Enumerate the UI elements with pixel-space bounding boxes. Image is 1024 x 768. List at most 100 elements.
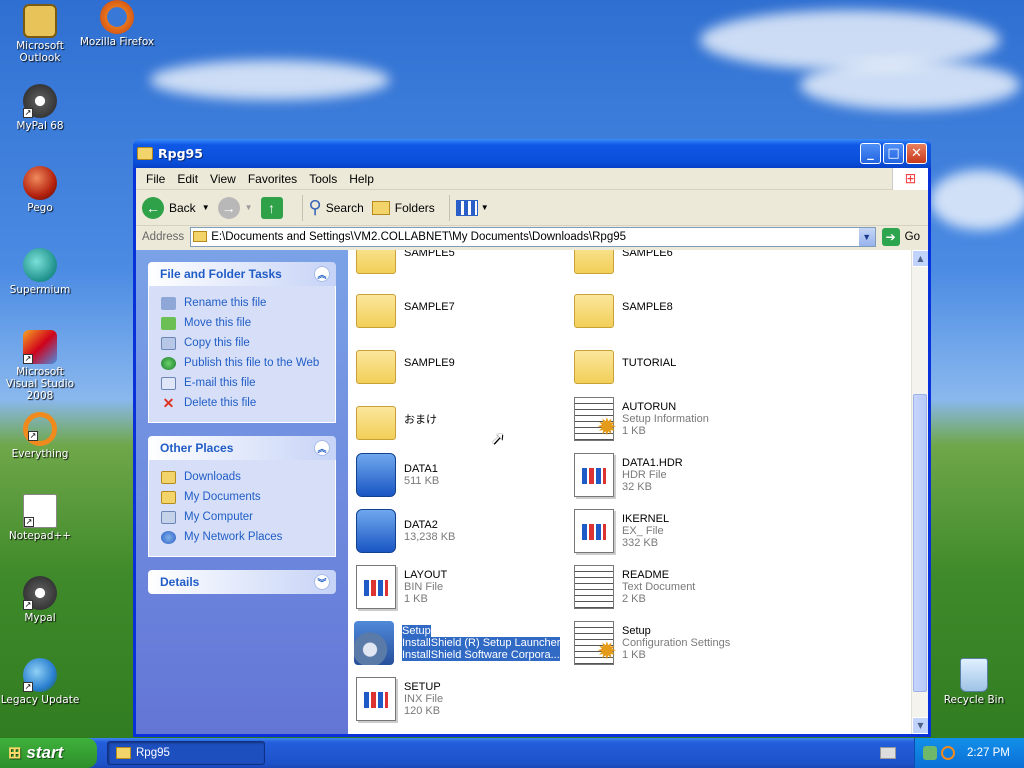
delete-x-icon: ✕ — [162, 394, 175, 411]
task-email[interactable]: E-mail this file — [161, 373, 323, 393]
raccoon-icon: ↗ — [23, 576, 57, 610]
file-item[interactable]: DATA1 511 KB — [356, 450, 439, 500]
task-copy[interactable]: Copy this file — [161, 333, 323, 353]
text-document-icon — [574, 565, 614, 609]
file-item[interactable]: SAMPLE6 — [574, 250, 673, 278]
file-list: SAMPLE5 SAMPLE6 SAMPLE7 SAMPLE8 SAMPLE9 … — [348, 250, 928, 734]
file-item[interactable]: DATA2 13,238 KB — [356, 506, 455, 556]
vertical-scrollbar[interactable]: ▲ ▼ — [911, 250, 928, 734]
close-button[interactable]: ✕ — [906, 143, 927, 164]
go-button[interactable]: ➔ Go — [876, 227, 928, 246]
collapse-chevron-icon[interactable]: ︽ — [314, 266, 330, 282]
search-button[interactable]: ⚲ Search — [309, 197, 364, 218]
chevron-down-icon[interactable]: ▼ — [202, 203, 210, 212]
folders-icon — [371, 200, 390, 215]
menu-bar: File Edit View Favorites Tools Help ⊞ — [136, 167, 928, 190]
expand-chevron-icon[interactable]: ︾ — [314, 574, 330, 590]
collapse-chevron-icon[interactable]: ︽ — [314, 440, 330, 456]
menu-edit[interactable]: Edit — [171, 172, 204, 186]
menu-view[interactable]: View — [204, 172, 242, 186]
clock[interactable]: 2:27 PM — [967, 747, 1010, 759]
network-tray-icon[interactable] — [923, 746, 937, 760]
task-move[interactable]: Move this file — [161, 313, 323, 333]
scroll-up-button[interactable]: ▲ — [912, 250, 928, 267]
menu-favorites[interactable]: Favorites — [242, 172, 303, 186]
task-pane: File and Folder Tasks ︽ Rename this file… — [136, 250, 348, 734]
desktop-icon-supermium[interactable]: Supermium — [0, 248, 80, 296]
desktop-icon-recycle-bin[interactable]: Recycle Bin — [934, 658, 1014, 706]
folders-button[interactable]: Folders — [371, 200, 435, 215]
folder-icon — [356, 294, 396, 328]
explorer-window: Rpg95 _ □ ✕ File Edit View Favorites Too… — [133, 139, 931, 737]
folder-icon — [356, 250, 396, 274]
desktop-icon-mypal[interactable]: ↗ Mypal — [0, 576, 80, 624]
views-icon — [455, 199, 478, 216]
file-item[interactable]: DATA1.HDR HDR File 32 KB — [574, 450, 683, 500]
file-item[interactable]: IKERNEL EX_ File 332 KB — [574, 506, 669, 556]
minimize-button[interactable]: _ — [860, 143, 881, 164]
file-item-selected[interactable]: Setup InstallShield (R) Setup Launcher I… — [354, 618, 561, 668]
scrollbar-thumb[interactable] — [913, 394, 927, 692]
forward-button[interactable]: → ▼ — [217, 196, 253, 219]
start-button[interactable]: ⊞ start — [0, 738, 97, 768]
maximize-button[interactable]: □ — [883, 143, 904, 164]
go-arrow-icon: ➔ — [881, 227, 900, 246]
everything-icon: ↗ — [23, 412, 57, 446]
task-rename[interactable]: Rename this file — [161, 293, 323, 313]
file-item[interactable]: おまけ — [356, 394, 437, 444]
mouse-cursor-icon: ➚ — [490, 428, 506, 449]
panel-header[interactable]: File and Folder Tasks ︽ — [148, 262, 336, 286]
place-my-documents[interactable]: My Documents — [161, 487, 323, 507]
desktop-icon-notepadpp[interactable]: ↗ Notepad++ — [0, 494, 80, 542]
title-bar[interactable]: Rpg95 _ □ ✕ — [133, 139, 931, 168]
keyboard-icon[interactable] — [880, 747, 896, 759]
file-item[interactable]: TUTORIAL — [574, 338, 676, 388]
globe-icon — [161, 356, 176, 370]
file-item[interactable]: README Text Document 2 KB — [574, 562, 695, 612]
task-delete[interactable]: ✕ Delete this file — [161, 393, 323, 413]
file-item[interactable]: AUTORUN Setup Information 1 KB — [574, 394, 709, 444]
desktop-icon-legacy-update[interactable]: ↗ Legacy Update — [0, 658, 80, 706]
file-item[interactable]: SAMPLE9 — [356, 338, 455, 388]
chevron-down-icon[interactable]: ▼ — [858, 227, 875, 246]
search-tray-icon[interactable] — [941, 746, 955, 760]
taskbar: ⊞ start Rpg95 2:27 PM — [0, 738, 1024, 768]
desktop-icon-everything[interactable]: ↗ Everything — [0, 412, 80, 460]
desktop-icon-outlook[interactable]: Microsoft Outlook — [0, 4, 80, 64]
task-publish[interactable]: Publish this file to the Web — [161, 353, 323, 373]
address-bar: Address E:\Documents and Settings\VM2.CO… — [136, 226, 928, 247]
desktop-icon-pego[interactable]: Pego — [0, 166, 80, 214]
desktop-icon-visual-studio[interactable]: ↗ Microsoft Visual Studio 2008 — [0, 330, 80, 402]
back-button[interactable]: ← Back ▼ — [142, 196, 210, 219]
file-item[interactable]: LAYOUT BIN File 1 KB — [356, 562, 447, 612]
email-icon — [161, 376, 176, 390]
file-item[interactable]: Setup Configuration Settings 1 KB — [574, 618, 730, 668]
menu-help[interactable]: Help — [343, 172, 380, 186]
panel-header[interactable]: Details ︾ — [148, 570, 336, 594]
chevron-down-icon[interactable]: ▼ — [245, 203, 253, 212]
firefox-icon — [100, 0, 134, 34]
place-downloads[interactable]: Downloads — [161, 467, 323, 487]
file-item[interactable]: SAMPLE5 — [356, 250, 455, 278]
taskbar-button-rpg95[interactable]: Rpg95 — [107, 741, 265, 765]
generic-file-icon — [356, 565, 396, 609]
file-item[interactable]: SETUP INX File 120 KB — [356, 674, 443, 724]
folder-icon — [356, 406, 396, 440]
file-item[interactable]: SAMPLE8 — [574, 282, 673, 332]
file-item[interactable]: SAMPLE7 — [356, 282, 455, 332]
up-folder-button[interactable]: ↑ — [260, 196, 288, 219]
desktop-icon-firefox[interactable]: Mozilla Firefox — [77, 0, 157, 48]
address-input[interactable]: E:\Documents and Settings\VM2.COLLABNET\… — [190, 226, 876, 247]
views-button[interactable]: ▼ — [455, 199, 489, 216]
desktop-icon-mypal68[interactable]: ↗ MyPal 68 — [0, 84, 80, 132]
menu-tools[interactable]: Tools — [303, 172, 343, 186]
folder-icon — [574, 350, 614, 384]
menu-file[interactable]: File — [140, 172, 171, 186]
move-icon — [161, 316, 176, 330]
place-my-network[interactable]: My Network Places — [161, 527, 323, 547]
place-my-computer[interactable]: My Computer — [161, 507, 323, 527]
file-folder-tasks-panel: File and Folder Tasks ︽ Rename this file… — [148, 262, 336, 423]
panel-header[interactable]: Other Places ︽ — [148, 436, 336, 460]
toolbar: ← Back ▼ → ▼ ↑ ⚲ Search Folders ▼ — [136, 190, 928, 226]
scroll-down-button[interactable]: ▼ — [912, 717, 928, 734]
